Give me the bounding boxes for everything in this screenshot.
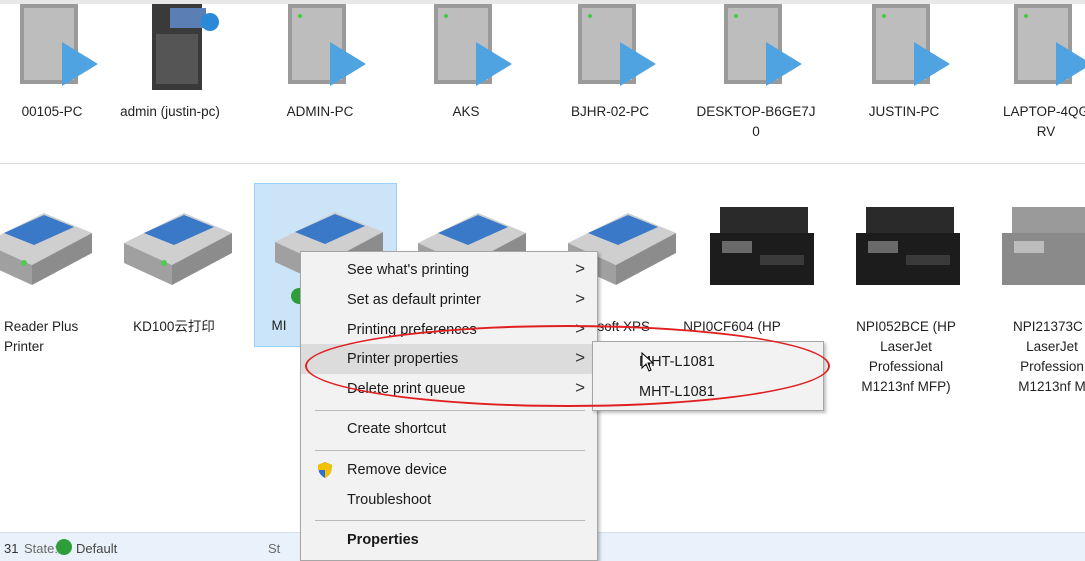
device-item[interactable]: DESKTOP-B6GE7J 0 <box>686 0 826 150</box>
section-divider <box>0 163 1085 164</box>
device-label: AKS <box>452 104 480 119</box>
status-count: 31 <box>4 541 19 556</box>
menu-item-label: Delete print queue <box>347 381 466 397</box>
printer-label: NPI052BCE (HP LaserJet Professional M121… <box>856 319 956 394</box>
default-status-icon <box>56 539 72 555</box>
chevron-right-icon: > <box>575 259 585 278</box>
device-item[interactable]: AKS <box>396 0 536 150</box>
menu-separator <box>315 520 585 521</box>
menu-item-create-shortcut[interactable]: Create shortcut <box>301 414 597 444</box>
chevron-right-icon: > <box>575 289 585 308</box>
menu-item-label: Set as default printer <box>347 292 481 308</box>
computer-icon <box>872 4 950 86</box>
menu-item-label: See what's printing <box>347 262 470 278</box>
printer-label: KD100云打印 <box>133 319 215 334</box>
device-item[interactable]: LAPTOP-4QG RV <box>976 0 1085 150</box>
menu-item-set-default-printer[interactable]: Set as default printer > <box>301 285 597 315</box>
computer-icon <box>724 4 802 86</box>
chevron-right-icon: > <box>575 348 585 367</box>
devices-and-printers-window: 00105-PC admin (justin-pc) ADMIN-PC AKS <box>0 0 1085 561</box>
printer-icon <box>124 213 232 285</box>
submenu-item-printer[interactable]: MHT-L1081 <box>639 384 715 400</box>
menu-item-printer-properties[interactable]: Printer properties > <box>301 344 597 374</box>
printer-properties-submenu: MHT-L1081 MHT-L1081 <box>592 341 824 411</box>
printer-item[interactable]: Reader Plus Printer <box>0 185 104 354</box>
computer-icon <box>20 4 98 86</box>
menu-separator <box>315 410 585 411</box>
menu-item-see-whats-printing[interactable]: See what's printing > <box>301 255 597 285</box>
device-label: DESKTOP-B6GE7J 0 <box>696 104 816 139</box>
device-item[interactable]: BJHR-02-PC <box>540 0 680 150</box>
chevron-right-icon: > <box>575 378 585 397</box>
device-label: LAPTOP-4QG RV <box>1002 104 1085 139</box>
menu-separator <box>315 450 585 451</box>
computer-icon <box>434 4 512 86</box>
device-label: JUSTIN-PC <box>868 104 940 119</box>
menu-item-label: Properties <box>347 532 419 548</box>
laserjet-printer-icon <box>1002 207 1085 285</box>
shield-icon <box>318 462 332 478</box>
menu-item-delete-print-queue[interactable]: Delete print queue > <box>301 374 597 404</box>
status-extra-label: St <box>268 541 281 556</box>
computer-icon <box>1014 4 1085 86</box>
printer-context-menu: See what's printing > Set as default pri… <box>300 251 598 561</box>
menu-item-troubleshoot[interactable]: Troubleshoot <box>301 485 597 515</box>
menu-item-remove-device[interactable]: Remove device <box>301 455 597 485</box>
menu-item-label: Troubleshoot <box>347 492 432 508</box>
laserjet-printer-icon <box>856 207 960 285</box>
menu-item-properties[interactable]: Properties <box>301 525 597 555</box>
printer-label: NPI21373C ( LaserJet Profession M1213nf … <box>1012 319 1085 394</box>
printer-label: Reader Plus Printer <box>4 319 79 354</box>
printer-item[interactable]: KD100云打印 <box>104 185 244 350</box>
printer-item[interactable]: NPI21373C ( LaserJet Profession M1213nf … <box>982 185 1085 394</box>
computer-icon <box>578 4 656 86</box>
printer-label: NPI0CF604 (HP <box>683 319 781 334</box>
laserjet-printer-icon <box>710 207 814 285</box>
menu-item-printing-preferences[interactable]: Printing preferences > <box>301 315 597 345</box>
computer-media-icon <box>152 4 219 90</box>
printer-item[interactable]: NPI052BCE (HP LaserJet Professional M121… <box>836 185 976 394</box>
computer-icon <box>288 4 366 86</box>
menu-item-label: Printer properties <box>347 351 459 367</box>
menu-item-label: Remove device <box>347 462 447 478</box>
device-item[interactable]: ADMIN-PC <box>250 0 390 150</box>
device-item[interactable]: admin (justin-pc) <box>100 0 240 150</box>
device-label: admin (justin-pc) <box>120 104 220 119</box>
menu-item-label: Printing preferences <box>347 322 477 338</box>
mouse-cursor-icon <box>641 352 655 372</box>
device-label: ADMIN-PC <box>286 104 354 119</box>
printer-label: MI <box>271 318 287 333</box>
device-item[interactable]: JUSTIN-PC <box>834 0 974 150</box>
printer-item[interactable]: NPI0CF604 (HP <box>683 185 830 350</box>
status-state-label: State: <box>24 541 58 556</box>
printer-icon <box>0 213 92 285</box>
status-state-value: Default <box>76 541 118 556</box>
device-label: BJHR-02-PC <box>570 104 649 119</box>
menu-item-label: Create shortcut <box>347 421 447 437</box>
chevron-right-icon: > <box>575 319 585 338</box>
